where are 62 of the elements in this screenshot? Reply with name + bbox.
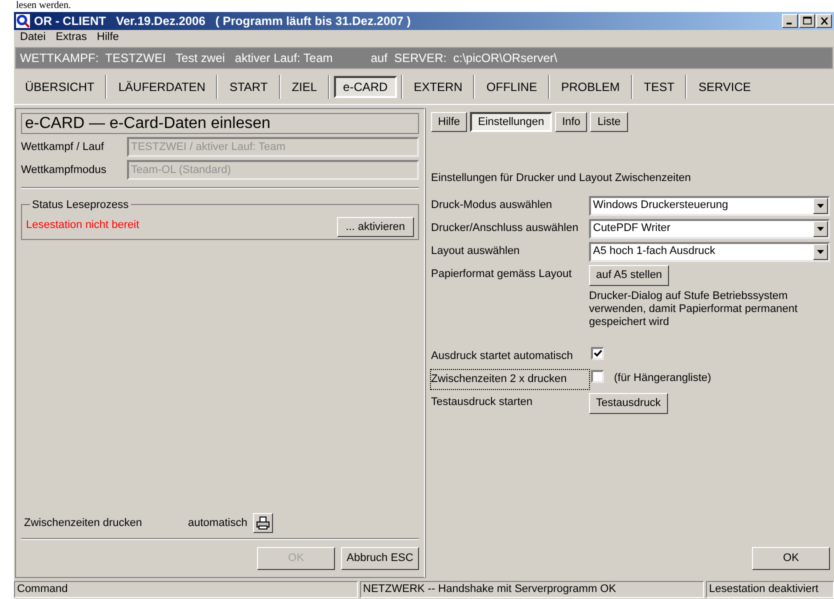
status-bar-panel: NETZWERK -- Handshake mit Serverprogramm OK — [360, 581, 704, 598]
dropdown-field[interactable]: Windows Druckersteuerung — [589, 196, 830, 216]
main-tab[interactable]: PROBLEM — [554, 76, 627, 98]
panel-tab[interactable]: Liste — [590, 112, 628, 132]
menu-item[interactable]: Hilfe — [96, 29, 119, 46]
checkbox-note: (für Hängerangliste) — [614, 370, 712, 386]
setting-label: Drucker/Anschluss auswählen — [431, 220, 580, 236]
main-tab[interactable]: START — [222, 76, 275, 98]
readonly-field: TESTZWEI / aktiver Lauf: Team — [127, 137, 419, 157]
panel-tab[interactable]: Info — [555, 112, 588, 132]
group-title: Status Leseprozess — [30, 197, 131, 214]
setting-note: Drucker-Dialog auf Stufe Betriebssystem verwenden, damit Papierformat permanent gespeichert wird — [589, 290, 798, 328]
setting-label: Layout auswählen — [431, 244, 521, 258]
main-tab[interactable]: ÜBERSICHT — [18, 76, 102, 98]
window-title: OR - CLIENT Ver.19.Dez.2006 ( Programm läuft bis 31.Dez.2007 ) — [34, 13, 411, 30]
status-message: Lesestation nicht bereit — [26, 218, 140, 232]
ok-button[interactable]: OK — [752, 547, 830, 570]
settings-description: Einstellungen für Drucker und Layout Zwischenzeiten — [431, 171, 692, 186]
main-tab[interactable]: TEST — [636, 76, 682, 98]
panel-tab[interactable]: Einstellungen — [470, 112, 552, 132]
menu-item[interactable]: Extras — [56, 29, 87, 46]
activate-button[interactable]: ... aktivieren — [336, 217, 414, 237]
panel-tab[interactable]: Hilfe — [431, 112, 468, 132]
server-info: auf SERVER: c:\picOR\ORserver\ — [370, 50, 558, 67]
check-mark-icon — [594, 350, 602, 356]
main-tab[interactable]: ZIEL — [284, 76, 324, 98]
maximize-icon[interactable] — [799, 14, 815, 28]
main-tab[interactable]: e-CARD — [334, 76, 397, 98]
menu-item[interactable]: Datei — [20, 29, 46, 46]
print-mode: automatisch — [188, 516, 248, 531]
status-bar-panel: Lesestation deaktiviert — [706, 581, 834, 598]
readonly-field: Team-OL (Standard) — [127, 160, 419, 180]
field-label: Wettkampfmodus — [21, 162, 108, 178]
panel-heading: e-CARD — e-Card-Daten einlesen — [21, 113, 419, 134]
document-text: lesen werden. — [16, 0, 71, 12]
main-tab[interactable]: OFFLINE — [479, 76, 544, 98]
competition-info: WETTKAMPF: TESTZWEI Test zwei aktiver Lauf: Team — [20, 50, 333, 67]
main-tab[interactable]: SERVICE — [691, 76, 758, 98]
setting-label: Druck-Modus auswählen — [431, 198, 554, 212]
setting-label: Ausdruck startet automatisch — [431, 348, 574, 364]
cancel-button[interactable]: Abbruch ESC — [341, 547, 419, 570]
dropdown-field[interactable]: CutePDF Writer — [589, 218, 830, 238]
setting-button[interactable]: Testausdruck — [589, 392, 668, 414]
dropdown-value: Windows Druckersteuerung — [592, 198, 730, 214]
print-label: Zwischenzeiten drucken — [23, 516, 144, 531]
status-bar-panel: Command — [14, 581, 358, 598]
checkbox[interactable] — [591, 346, 604, 360]
setting-label: Testausdruck starten — [431, 394, 534, 410]
app-logo-icon — [16, 14, 30, 28]
minimize-icon[interactable] — [782, 14, 798, 28]
checkbox[interactable] — [591, 370, 604, 382]
main-tab[interactable]: EXTERN — [406, 76, 470, 98]
setting-label: Papierformat gemäss Layout — [431, 266, 573, 282]
dropdown-value: CutePDF Writer — [592, 221, 672, 236]
close-icon[interactable] — [816, 14, 832, 28]
printer-button[interactable] — [253, 513, 274, 533]
setting-button[interactable]: auf A5 stellen — [589, 264, 670, 286]
main-tab[interactable]: LÄUFERDATEN — [111, 76, 212, 98]
field-label: Wettkampf / Lauf — [21, 140, 105, 155]
dropdown-field[interactable]: A5 hoch 1-fach Ausdruck — [589, 242, 830, 262]
dropdown-value: A5 hoch 1-fach Ausdruck — [592, 244, 716, 260]
setting-label: Zwischenzeiten 2 x drucken — [431, 370, 589, 388]
